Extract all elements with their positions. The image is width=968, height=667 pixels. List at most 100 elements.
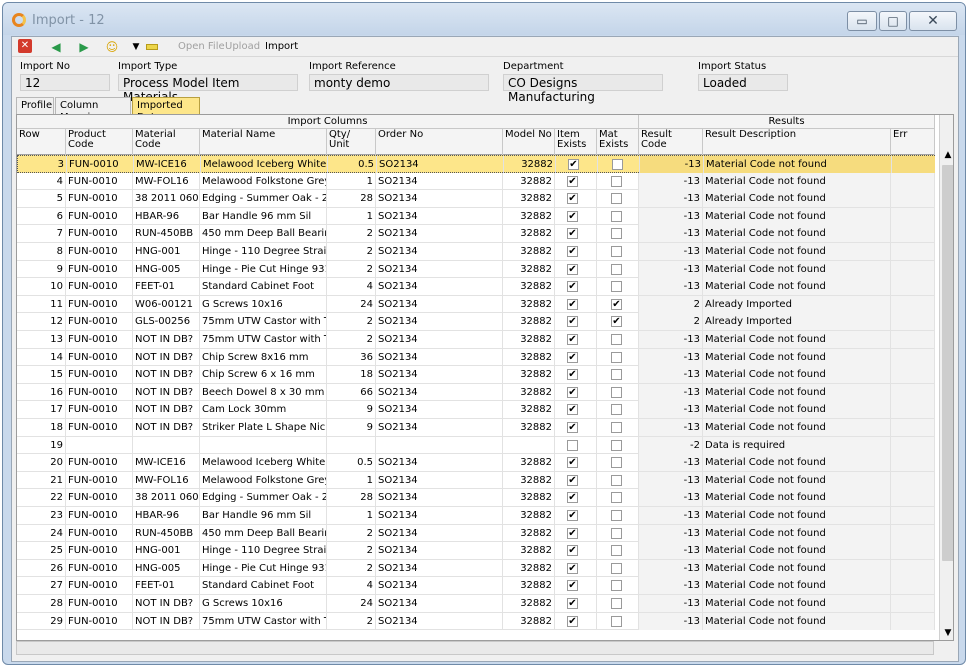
mat-exists-cell[interactable] xyxy=(597,207,639,225)
order-cell[interactable]: SO2134 xyxy=(376,295,503,313)
item-exists-cell[interactable]: ✔ xyxy=(555,577,597,595)
table-row[interactable]: 27 FUN-0010 FEET-01 Standard Cabinet Foot 4 S… xyxy=(17,577,935,595)
desc-cell[interactable]: Material Code not found xyxy=(703,225,891,243)
name-cell[interactable]: G Screws 10x16 xyxy=(200,295,327,313)
err-cell[interactable] xyxy=(891,401,935,419)
item-exists-cell[interactable]: ✔ xyxy=(555,542,597,560)
model-cell[interactable]: 32882 xyxy=(503,524,555,542)
row-cell[interactable]: 9 xyxy=(17,260,66,278)
code-cell[interactable]: -13 xyxy=(639,190,703,208)
model-cell[interactable]: 32882 xyxy=(503,348,555,366)
model-cell[interactable]: 32882 xyxy=(503,577,555,595)
checkbox[interactable] xyxy=(611,263,622,275)
code-cell[interactable]: -13 xyxy=(639,401,703,419)
table-row[interactable]: 25 FUN-0010 HNG-001 Hinge - 110 Degree Stra… xyxy=(17,542,935,560)
desc-cell[interactable]: Material Code not found xyxy=(703,489,891,507)
code-cell[interactable]: -2 xyxy=(639,436,703,454)
row-cell[interactable]: 22 xyxy=(17,489,66,507)
err-cell[interactable] xyxy=(891,595,935,612)
item-exists-cell[interactable]: ✔ xyxy=(555,524,597,542)
name-cell[interactable]: Cam Lock 30mm xyxy=(200,401,327,419)
checkbox[interactable]: ✔ xyxy=(567,298,578,310)
mat-exists-cell[interactable] xyxy=(597,612,639,630)
row-cell[interactable]: 26 xyxy=(17,559,66,577)
order-cell[interactable]: SO2134 xyxy=(376,454,503,472)
qty-cell[interactable]: 1 xyxy=(327,507,376,524)
checkbox[interactable] xyxy=(611,510,622,521)
table-row[interactable]: 22 FUN-0010 38 2011 060 Edging - Summer Oak… xyxy=(17,489,935,507)
err-cell[interactable] xyxy=(891,612,935,630)
err-cell[interactable] xyxy=(891,278,935,296)
product-cell[interactable]: FUN-0010 xyxy=(66,366,133,384)
material-cell[interactable]: MW-ICE16 xyxy=(134,156,201,173)
name-cell[interactable]: 450 mm Deep Ball Bearing Dra xyxy=(200,225,327,243)
import-no-field[interactable]: 12 xyxy=(20,74,110,91)
checkbox[interactable]: ✔ xyxy=(567,474,578,486)
checkbox[interactable]: ✔ xyxy=(567,510,578,521)
product-cell[interactable]: FUN-0010 xyxy=(66,595,133,612)
mat-exists-cell[interactable] xyxy=(597,559,639,577)
name-cell[interactable]: Chip Screw 6 x 16 mm xyxy=(200,366,327,384)
table-row[interactable]: 11 FUN-0010 W06-00121 G Screws 10x16 24 SO213… xyxy=(17,295,935,314)
qty-cell[interactable]: 4 xyxy=(327,278,376,296)
err-cell[interactable] xyxy=(891,524,935,542)
qty-cell[interactable]: 28 xyxy=(327,190,376,208)
mat-exists-cell[interactable] xyxy=(597,260,639,278)
item-exists-cell[interactable]: ✔ xyxy=(555,401,597,419)
model-cell[interactable]: 32882 xyxy=(503,207,555,225)
smiley-icon[interactable]: ☺ xyxy=(104,39,120,55)
qty-cell[interactable]: 28 xyxy=(327,489,376,507)
name-cell[interactable]: Striker Plate L Shape Nickel / xyxy=(200,419,327,436)
row-cell[interactable]: 16 xyxy=(17,383,66,401)
mat-exists-cell[interactable] xyxy=(597,542,639,560)
table-row[interactable]: 17 FUN-0010 NOT IN DB? Cam Lock 30mm 9 SO2134… xyxy=(17,401,935,419)
model-cell[interactable]: 32882 xyxy=(503,331,555,348)
item-exists-cell[interactable]: ✔ xyxy=(555,331,597,348)
row-cell[interactable]: 6 xyxy=(17,207,66,225)
code-cell[interactable]: -13 xyxy=(639,612,703,630)
product-cell[interactable]: FUN-0010 xyxy=(66,207,133,225)
item-exists-cell[interactable]: ✔ xyxy=(555,243,597,260)
row-cell[interactable]: 12 xyxy=(17,313,66,331)
name-cell[interactable]: Beech Dowel 8 x 30 mm xyxy=(200,383,327,401)
item-exists-cell[interactable]: ✔ xyxy=(555,507,597,524)
item-exists-cell[interactable]: ✔ xyxy=(555,366,597,384)
product-cell[interactable]: FUN-0010 xyxy=(66,190,133,208)
checkbox[interactable] xyxy=(611,562,622,574)
scroll-up-icon[interactable]: ▲ xyxy=(940,147,953,163)
product-cell[interactable]: FUN-0010 xyxy=(66,278,133,296)
table-row[interactable]: 16 FUN-0010 NOT IN DB? Beech Dowel 8 x 30 m… xyxy=(17,383,935,402)
mat-exists-cell[interactable] xyxy=(597,190,639,208)
checkbox[interactable]: ✔ xyxy=(567,457,578,469)
name-cell[interactable]: Hinge - Pie Cut Hinge 93135 xyxy=(200,559,327,577)
code-cell[interactable]: -13 xyxy=(639,559,703,577)
product-cell[interactable]: FUN-0010 xyxy=(66,577,133,595)
desc-cell[interactable]: Material Code not found xyxy=(703,577,891,595)
table-row[interactable]: 3 FUN-0010 MW-ICE16 Melawood Iceberg White … xyxy=(17,155,935,173)
desc-cell[interactable]: Material Code not found xyxy=(703,559,891,577)
checkbox[interactable]: ✔ xyxy=(567,175,578,187)
model-cell[interactable]: 32882 xyxy=(503,225,555,243)
code-cell[interactable]: -13 xyxy=(639,542,703,560)
code-cell[interactable]: -13 xyxy=(639,471,703,489)
checkbox[interactable] xyxy=(611,474,622,486)
checkbox[interactable]: ✔ xyxy=(567,334,578,345)
tab-imported-data[interactable]: Imported Data xyxy=(132,97,200,123)
name-cell[interactable]: 75mm UTW Castor with Top P xyxy=(200,331,327,348)
material-cell[interactable]: NOT IN DB? xyxy=(133,383,200,401)
scroll-down-icon[interactable]: ▼ xyxy=(940,625,953,640)
qty-cell[interactable]: 2 xyxy=(327,559,376,577)
material-cell[interactable]: GLS-00256 xyxy=(133,313,200,331)
product-cell[interactable]: FUN-0010 xyxy=(66,612,133,630)
qty-cell[interactable]: 1 xyxy=(327,172,376,190)
order-cell[interactable]: SO2134 xyxy=(376,313,503,331)
qty-cell[interactable]: 2 xyxy=(327,313,376,331)
name-cell[interactable]: G Screws 10x16 xyxy=(200,595,327,612)
product-cell[interactable]: FUN-0010 xyxy=(66,489,133,507)
checkbox[interactable]: ✔ xyxy=(567,246,578,257)
table-row[interactable]: 5 FUN-0010 38 2011 060 Edging - Summer Oak … xyxy=(17,190,935,208)
import-button[interactable]: Import xyxy=(265,39,298,55)
item-exists-cell[interactable]: ✔ xyxy=(555,489,597,507)
desc-cell[interactable]: Material Code not found xyxy=(703,207,891,225)
checkbox[interactable]: ✔ xyxy=(611,316,622,328)
